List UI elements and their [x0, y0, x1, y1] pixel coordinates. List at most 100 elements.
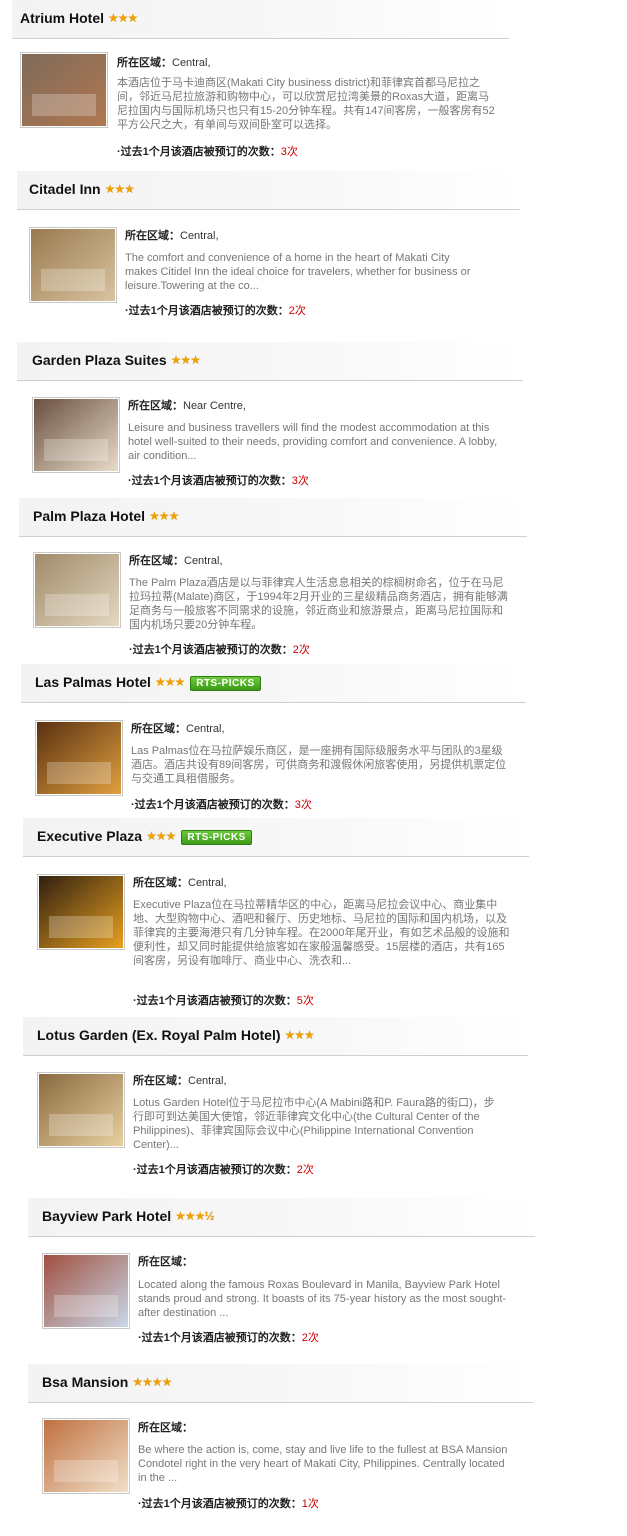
hotel-photo-image	[34, 399, 118, 471]
region-line: 所在区域：Central,	[117, 54, 211, 70]
booking-count-value: 2次	[288, 305, 306, 317]
hotel-title: Bayview Park Hotel ★★★½	[42, 1208, 214, 1224]
hotel-card: Las Palmas Hotel ★★★ RTS-PICKS 所在区域：Central…	[21, 664, 526, 811]
star-rating-icon: ★★★	[284, 1028, 315, 1042]
hotel-photo[interactable]	[33, 552, 121, 628]
booking-count-label: ·过去1个月该酒店被预订的次数：	[125, 305, 289, 317]
booking-count-label: ·过去1个月该酒店被预订的次数：	[131, 799, 295, 811]
hotel-name-link[interactable]: Garden Plaza Suites	[32, 352, 167, 368]
hotel-photo[interactable]	[42, 1253, 130, 1329]
hotel-title: Atrium Hotel ★★★	[20, 10, 138, 26]
booking-count-value: 3次	[291, 475, 309, 487]
hotel-photo[interactable]	[37, 874, 125, 950]
hotel-name-link[interactable]: Bayview Park Hotel	[42, 1208, 171, 1224]
hotel-photo-image	[44, 1255, 128, 1327]
hotel-header: Bayview Park Hotel ★★★½	[28, 1198, 535, 1237]
hotel-header: Bsa Mansion ★★★★	[28, 1364, 533, 1403]
hotel-card: Bayview Park Hotel ★★★½ 所在区域： Located along…	[28, 1198, 535, 1344]
hotel-card: Executive Plaza ★★★ RTS-PICKS 所在区域：Central,…	[23, 818, 529, 1007]
booking-count-line: ·过去1个月该酒店被预订的次数：2次	[125, 302, 306, 318]
region-value: Central,	[186, 723, 225, 735]
region-value: Central,	[188, 1075, 227, 1087]
star-rating-icon: ★★★	[149, 509, 179, 523]
star-rating-icon: ★★★	[108, 11, 138, 25]
hotel-description: Lotus Garden Hotel位于马尼拉市中心(A Mabini路和P. …	[133, 1097, 495, 1151]
booking-count-line: ·过去1个月该酒店被预订的次数：2次	[138, 1329, 319, 1345]
hotel-header: Las Palmas Hotel ★★★ RTS-PICKS	[21, 664, 526, 703]
hotel-name-link[interactable]: Lotus Garden (Ex. Royal Palm Hotel)	[37, 1027, 281, 1043]
booking-count-value: 5次	[296, 995, 314, 1007]
booking-count-label: ·过去1个月该酒店被预订的次数：	[128, 475, 292, 487]
region-line: 所在区域：Central,	[125, 227, 219, 243]
hotel-name-link[interactable]: Las Palmas Hotel	[35, 674, 151, 690]
region-label: 所在区域：	[131, 723, 186, 735]
region-line: 所在区域：Near Centre,	[128, 397, 246, 413]
hotel-title: Bsa Mansion ★★★★	[42, 1374, 172, 1390]
star-rating-icon: ★★★	[104, 182, 135, 196]
booking-count-value: 2次	[292, 644, 310, 656]
hotel-name-link[interactable]: Bsa Mansion	[42, 1374, 128, 1390]
hotel-title: Citadel Inn ★★★	[29, 181, 135, 197]
hotel-photo[interactable]	[20, 52, 108, 128]
booking-count-value: 3次	[280, 146, 298, 158]
hotel-description: Leisure and business travellers will fin…	[128, 422, 498, 462]
hotel-name-link[interactable]: Citadel Inn	[29, 181, 101, 197]
hotel-photo[interactable]	[37, 1072, 125, 1148]
booking-count-line: ·过去1个月该酒店被预订的次数：2次	[129, 641, 310, 657]
rts-picks-badge: RTS-PICKS	[181, 830, 252, 845]
booking-count-label: ·过去1个月该酒店被预订的次数：	[138, 1498, 302, 1510]
hotel-header: Lotus Garden (Ex. Royal Palm Hotel) ★★★	[23, 1017, 528, 1056]
hotel-photo[interactable]	[35, 720, 123, 796]
region-value: Central,	[188, 877, 227, 889]
hotel-description: Executive Plaza位在马拉蒂精华区的中心，距离马尼拉会议中心、商业集…	[133, 899, 510, 967]
hotel-card: Lotus Garden (Ex. Royal Palm Hotel) ★★★ 所在…	[23, 1017, 528, 1176]
hotel-card: Bsa Mansion ★★★★ 所在区域： Be where the action …	[28, 1364, 533, 1510]
hotel-card: Atrium Hotel ★★★ 所在区域：Central, 本酒店位于马卡迪商区(M…	[12, 0, 509, 158]
hotel-photo-image	[37, 722, 121, 794]
booking-count-line: ·过去1个月该酒店被预订的次数：3次	[131, 796, 312, 812]
hotel-card: Citadel Inn ★★★ 所在区域：Central, The comfort a…	[17, 171, 520, 317]
hotel-name-link[interactable]: Palm Plaza Hotel	[33, 508, 145, 524]
hotel-name-link[interactable]: Atrium Hotel	[20, 10, 104, 26]
hotel-description: Be where the action is, come, stay and l…	[138, 1444, 508, 1484]
region-label: 所在区域：	[129, 555, 184, 567]
hotel-photo-image	[39, 1074, 123, 1146]
hotel-photo[interactable]	[29, 227, 117, 303]
hotel-header: Executive Plaza ★★★ RTS-PICKS	[23, 818, 529, 857]
hotel-header: Atrium Hotel ★★★	[12, 0, 509, 39]
hotel-photo-image	[22, 54, 106, 126]
region-line: 所在区域：	[138, 1419, 193, 1435]
booking-count-value: 1次	[301, 1498, 319, 1510]
region-label: 所在区域：	[125, 230, 180, 242]
region-value: Central,	[172, 57, 211, 69]
star-rating-icon: ★★★★	[132, 1375, 172, 1389]
hotel-title: Executive Plaza ★★★ RTS-PICKS	[37, 828, 252, 845]
hotel-name-link[interactable]: Executive Plaza	[37, 828, 142, 844]
hotel-title: Palm Plaza Hotel ★★★	[33, 508, 179, 524]
hotel-header: Citadel Inn ★★★	[17, 171, 520, 210]
star-rating-icon: ★★★	[170, 353, 201, 367]
star-rating-icon: ★★★	[154, 675, 185, 689]
region-line: 所在区域：	[138, 1253, 193, 1269]
hotel-photo[interactable]	[42, 1418, 130, 1494]
booking-count-label: ·过去1个月该酒店被预订的次数：	[133, 995, 297, 1007]
region-label: 所在区域：	[133, 877, 188, 889]
region-value: Near Centre,	[183, 400, 246, 412]
booking-count-label: ·过去1个月该酒店被预订的次数：	[117, 146, 281, 158]
hotel-title: Garden Plaza Suites ★★★	[32, 352, 201, 368]
hotel-photo-image	[44, 1420, 128, 1492]
hotel-photo[interactable]	[32, 397, 120, 473]
region-value: Central,	[180, 230, 219, 242]
region-line: 所在区域：Central,	[129, 552, 223, 568]
region-label: 所在区域：	[133, 1075, 188, 1087]
region-label: 所在区域：	[117, 57, 172, 69]
region-line: 所在区域：Central,	[133, 874, 227, 890]
hotel-description: The Palm Plaza酒店是以与菲律宾人生活息息相关的棕榈树命名，位于在马…	[129, 577, 508, 631]
hotel-description: Located along the famous Roxas Boulevard…	[138, 1279, 507, 1319]
region-value: Central,	[184, 555, 223, 567]
region-label: 所在区域：	[138, 1422, 193, 1434]
booking-count-value: 2次	[296, 1164, 314, 1176]
hotel-description: 本酒店位于马卡迪商区(Makati City business district…	[117, 77, 495, 131]
region-label: 所在区域：	[138, 1256, 193, 1268]
hotel-photo-image	[39, 876, 123, 948]
